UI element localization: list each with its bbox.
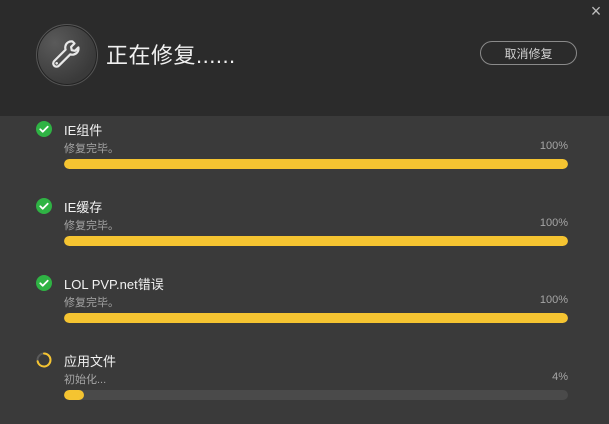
item-percent: 4% — [552, 371, 568, 383]
item-name: IE缓存 — [64, 200, 103, 215]
progress-fill — [64, 313, 568, 323]
item-name: 应用文件 — [64, 354, 117, 369]
list-item: LOL PVP.net错误 修复完毕。 100% — [0, 270, 609, 347]
list-item: IE组件修复完毕。 100% — [0, 116, 609, 193]
progress-bar — [64, 236, 568, 246]
close-icon[interactable]: × — [587, 2, 605, 20]
check-circle-icon — [36, 198, 52, 214]
list-item: IE缓存修复完毕。 100% — [0, 193, 609, 270]
cancel-repair-button[interactable]: 取消修复 — [480, 41, 577, 65]
progress-bar — [64, 159, 568, 169]
wrench-logo-icon — [36, 24, 98, 86]
check-circle-icon — [36, 275, 52, 291]
page-title: 正在修复...... — [106, 43, 236, 68]
item-percent: 100% — [539, 217, 568, 229]
item-name: LOL PVP.net错误 — [64, 277, 164, 292]
progress-fill — [64, 390, 85, 400]
item-status: 修复完毕。 — [64, 220, 119, 232]
item-percent: 100% — [539, 140, 568, 152]
list-item: 应用文件初始化... 4% — [0, 347, 609, 424]
spinner-icon — [36, 352, 52, 368]
progress-bar — [64, 313, 568, 323]
header: × 正在修复...... 取消修复 — [0, 0, 609, 116]
check-circle-icon — [36, 121, 52, 137]
progress-fill — [64, 236, 568, 246]
item-percent: 100% — [539, 294, 568, 306]
item-status: 初始化... — [64, 374, 107, 386]
item-status: 修复完毕。 — [64, 297, 119, 309]
item-status: 修复完毕。 — [64, 143, 119, 155]
item-name: IE组件 — [64, 123, 103, 138]
progress-bar — [64, 390, 568, 400]
progress-fill — [64, 159, 568, 169]
